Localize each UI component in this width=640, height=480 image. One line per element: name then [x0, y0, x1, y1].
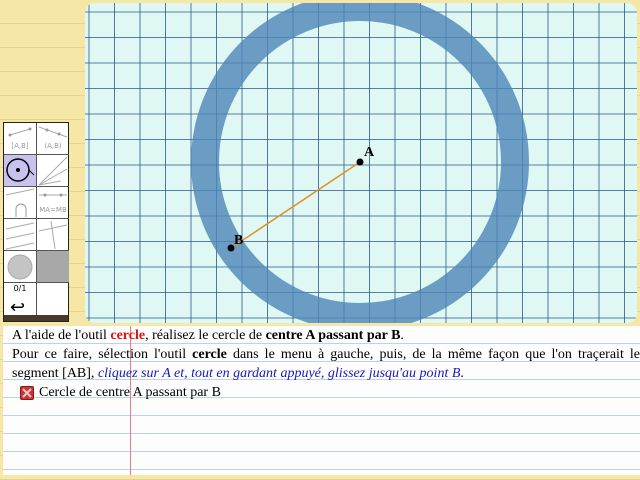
tool-name-highlight: cercle [110, 328, 146, 343]
segment-ab[interactable] [230, 161, 361, 249]
tool-arc-button[interactable] [4, 187, 37, 219]
point-a-label: A [364, 145, 375, 160]
task-label: Cercle de centre A passant par B [39, 385, 221, 400]
instruction-line-2: Pour ce faire, sélection l'outil cercle … [12, 347, 640, 381]
instruction-text: A l'aide de l'outil cercle, réalisez le … [12, 326, 640, 402]
tool-equidistant-label: MA=MB [39, 205, 67, 214]
toolbar-footer-bar [4, 315, 68, 321]
tool-equidistant-button[interactable]: MA=MB [37, 187, 69, 219]
tool-segment-button[interactable]: [A,B] [4, 123, 37, 155]
point-a[interactable] [356, 158, 364, 166]
tool-angle-button[interactable] [37, 155, 69, 187]
tool-segment-label: [A,B] [11, 141, 29, 150]
tool-circle-button[interactable] [4, 155, 37, 187]
tool-perpendicular-button[interactable] [37, 219, 69, 251]
task-item: Cercle de centre A passant par B [20, 383, 640, 402]
point-b-label: B [234, 233, 243, 248]
arc-tool-icon [5, 188, 35, 217]
tool-parallel-button[interactable] [4, 219, 37, 251]
perpendicular-lines-icon [38, 220, 68, 250]
geometry-svg[interactable]: A B [85, 3, 637, 323]
compass-disc-icon [7, 254, 33, 280]
parallel-lines-icon [5, 222, 35, 250]
circle-tool-icon [6, 158, 35, 182]
equidistant-tool-icon [39, 193, 67, 197]
tool-color-swatch[interactable] [37, 251, 69, 283]
tool-palette: [A,B] (A,B) MA=MB 0/1 ↩ [3, 122, 69, 322]
ray-tool-icon [38, 126, 68, 138]
geometry-canvas[interactable]: A B [85, 3, 637, 323]
instruction-line-1: A l'aide de l'outil cercle, réalisez le … [12, 328, 404, 343]
angle-lines-icon [38, 156, 68, 186]
progress-counter: 0/1 [13, 284, 27, 293]
task-status-icon [20, 385, 34, 400]
undo-button[interactable]: 0/1 ↩ [4, 283, 37, 318]
segment-tool-icon [8, 127, 32, 137]
tool-compass-button[interactable] [4, 251, 37, 283]
tool-ray-button[interactable]: (A,B) [37, 123, 69, 155]
instruction-panel: A l'aide de l'outil cercle, réalisez le … [3, 326, 640, 475]
tool-ray-label: (A,B) [44, 141, 62, 150]
toolbar-empty-cell [37, 283, 69, 316]
